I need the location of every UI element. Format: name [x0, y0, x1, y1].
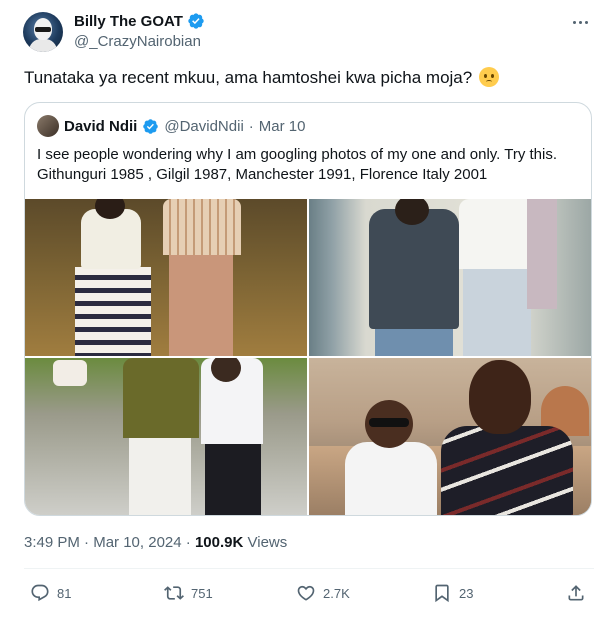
verified-badge-icon — [188, 13, 204, 29]
tweet-timestamp: 3:49 PM · Mar 10, 2024 · 100.9K Views — [24, 534, 287, 551]
author-handle[interactable]: @_CrazyNairobian — [74, 33, 201, 50]
tweet-time[interactable]: 3:49 PM — [24, 534, 80, 551]
quoted-display-name: David Ndii — [64, 117, 138, 135]
views-label: Views — [247, 534, 288, 551]
pleading-face-emoji-icon — [478, 67, 499, 87]
photo-1[interactable] — [25, 199, 307, 356]
heart-icon — [297, 585, 315, 601]
action-bar: 81 751 2.7K 23 — [24, 578, 594, 610]
quoted-header: David Ndii @DavidNdii · Mar 10 — [37, 115, 305, 137]
photo-2[interactable] — [309, 199, 591, 356]
retweet-count: 751 — [191, 585, 213, 601]
verified-badge-icon — [143, 118, 159, 134]
author-display-name[interactable]: Billy The GOAT — [74, 13, 183, 30]
share-button[interactable] — [566, 583, 586, 603]
bookmark-button[interactable]: 23 — [432, 583, 473, 603]
quoted-tweet[interactable]: David Ndii @DavidNdii · Mar 10 I see peo… — [24, 102, 592, 516]
quoted-date: Mar 10 — [258, 117, 306, 135]
photo-grid — [25, 199, 591, 515]
quoted-avatar — [37, 115, 59, 137]
retweet-button[interactable]: 751 — [164, 583, 213, 603]
tweet: Billy The GOAT @_CrazyNairobian Tunataka… — [0, 0, 612, 620]
share-icon — [568, 585, 584, 601]
meta-separator: · — [84, 534, 90, 551]
tweet-body: Tunataka ya recent mkuu, ama hamtoshei k… — [24, 68, 473, 87]
tweet-text: Tunataka ya recent mkuu, ama hamtoshei k… — [24, 66, 594, 90]
divider — [24, 568, 594, 569]
quoted-separator: · — [248, 117, 254, 135]
bookmark-icon — [435, 584, 449, 603]
photo-4[interactable] — [309, 358, 591, 515]
reply-count: 81 — [57, 585, 72, 601]
photo-3[interactable] — [25, 358, 307, 515]
tweet-date[interactable]: Mar 10, 2024 — [93, 534, 181, 551]
author-name-row: Billy The GOAT — [74, 12, 205, 30]
retweet-icon — [164, 586, 184, 600]
like-button[interactable]: 2.7K — [296, 583, 350, 603]
like-count: 2.7K — [323, 585, 350, 601]
bookmark-count: 23 — [459, 585, 474, 601]
more-options-icon[interactable] — [566, 14, 594, 30]
views-count: 100.9K — [194, 534, 244, 551]
author-avatar[interactable] — [23, 12, 63, 52]
reply-button[interactable]: 81 — [30, 583, 71, 603]
quoted-text: I see people wondering why I am googling… — [37, 146, 558, 183]
quoted-handle: @DavidNdii — [164, 117, 244, 135]
meta-separator: · — [185, 534, 191, 551]
reply-icon — [31, 584, 49, 602]
